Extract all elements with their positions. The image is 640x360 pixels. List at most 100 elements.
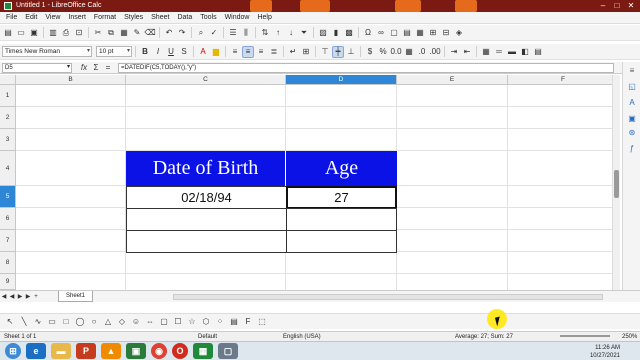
next-sheet-icon[interactable]: ▶ — [16, 293, 24, 300]
start-button[interactable]: ⊞ — [5, 343, 21, 359]
new-icon[interactable]: ▤ — [2, 27, 14, 39]
define-print-area-icon[interactable]: ▦ — [414, 27, 426, 39]
styles-icon[interactable]: A — [627, 98, 637, 108]
align-middle-icon[interactable]: ┿ — [332, 45, 344, 58]
decrease-indent-icon[interactable]: ⇤ — [461, 46, 473, 58]
properties-icon[interactable]: ◱ — [627, 82, 637, 92]
font-size-select[interactable]: 10 pt — [96, 46, 132, 57]
arrow-shapes-icon[interactable]: ⇔ — [144, 316, 156, 328]
print-preview-icon[interactable]: ⊡ — [73, 27, 85, 39]
ellipse-icon[interactable]: ◯ — [74, 316, 86, 328]
font-color-icon[interactable]: A — [197, 46, 209, 58]
spelling-icon[interactable]: ✓ — [208, 27, 220, 39]
spreadsheet-grid[interactable]: B C D E F 1 2 3 4 5 6 7 8 9 Date of Birt… — [0, 75, 612, 290]
vertical-scrollbar[interactable] — [612, 75, 620, 290]
row-header-5[interactable]: 5 — [0, 186, 16, 208]
hyperlink-icon[interactable]: ∞ — [375, 27, 387, 39]
row-header-9[interactable]: 9 — [0, 274, 16, 290]
app-icon-2[interactable]: ▢ — [218, 343, 238, 359]
star-icon[interactable]: ☆ — [186, 316, 198, 328]
flowchart-icon[interactable]: ▢ — [158, 316, 170, 328]
cell-c5-date[interactable]: 02/18/94 — [126, 186, 287, 209]
row-header-7[interactable]: 7 — [0, 230, 16, 252]
cell-c6[interactable] — [126, 208, 287, 231]
menu-format[interactable]: Format — [90, 12, 120, 24]
diamond-icon[interactable]: ◇ — [116, 316, 128, 328]
close-button[interactable]: ✕ — [624, 1, 638, 11]
justify-icon[interactable]: ≣ — [268, 46, 280, 58]
toggle-extrusion-icon[interactable]: ⬚ — [256, 316, 268, 328]
app-icon[interactable]: ▣ — [126, 343, 146, 359]
circle-icon[interactable]: ○ — [88, 316, 100, 328]
font-name-select[interactable]: Times New Roman — [2, 46, 92, 57]
italic-icon[interactable]: I — [152, 46, 164, 58]
cut-icon[interactable]: ✂ — [92, 27, 104, 39]
row-header-8[interactable]: 8 — [0, 252, 16, 274]
menu-data[interactable]: Data — [173, 12, 196, 24]
ie-icon[interactable]: e — [26, 343, 46, 359]
navigator-icon[interactable]: ⊛ — [627, 128, 637, 138]
row-header-2[interactable]: 2 — [0, 107, 16, 129]
cell-d4-age-header[interactable]: Age — [286, 151, 397, 186]
clear-formatting-icon[interactable]: ⌫ — [144, 27, 156, 39]
special-character-icon[interactable]: Ω — [362, 27, 374, 39]
sort-icon[interactable]: ⇅ — [259, 27, 271, 39]
clone-formatting-icon[interactable]: ✎ — [131, 27, 143, 39]
sidebar-menu-icon[interactable]: ≡ — [627, 66, 637, 76]
fontwork-icon[interactable]: F — [242, 316, 254, 328]
cell-d7[interactable] — [286, 230, 397, 253]
column-icon[interactable]: ⫼ — [240, 27, 252, 39]
open-icon[interactable]: ▭ — [15, 27, 27, 39]
3d-objects-icon[interactable]: ⬡ — [200, 316, 212, 328]
cell-d6[interactable] — [286, 208, 397, 231]
save-icon[interactable]: ▣ — [28, 27, 40, 39]
image-icon[interactable]: ▨ — [317, 27, 329, 39]
curve-icon[interactable]: ∿ — [32, 316, 44, 328]
name-box[interactable]: D5 — [2, 62, 72, 73]
functions-icon[interactable]: ƒ — [627, 144, 637, 154]
menu-view[interactable]: View — [41, 12, 64, 24]
cell-c7[interactable] — [126, 230, 287, 253]
merge-center-icon[interactable]: ⊞ — [300, 46, 312, 58]
copy-icon[interactable]: ⧉ — [105, 27, 117, 39]
powerpoint-icon[interactable]: P — [76, 343, 96, 359]
column-header-e[interactable]: E — [397, 75, 508, 85]
header-footer-icon[interactable]: ▤ — [401, 27, 413, 39]
align-bottom-icon[interactable]: ⊥ — [345, 46, 357, 58]
borders-icon[interactable]: ▦ — [480, 46, 492, 58]
chart-icon[interactable]: ▮ — [330, 27, 342, 39]
opera-icon[interactable]: O — [172, 343, 188, 359]
select-icon[interactable]: ↖ — [4, 316, 16, 328]
paste-icon[interactable]: ▦ — [118, 27, 130, 39]
menu-tools[interactable]: Tools — [196, 12, 220, 24]
last-sheet-icon[interactable]: ▶ — [24, 293, 32, 300]
menu-edit[interactable]: Edit — [21, 12, 41, 24]
triangle-icon[interactable]: △ — [102, 316, 114, 328]
smiley-icon[interactable]: ☺ — [130, 316, 142, 328]
increase-indent-icon[interactable]: ⇥ — [448, 46, 460, 58]
print-icon[interactable]: ⎙ — [60, 27, 72, 39]
formula-icon[interactable]: = — [102, 62, 114, 74]
points-icon[interactable]: ⁘ — [214, 316, 226, 328]
menu-insert[interactable]: Insert — [64, 12, 90, 24]
column-header-c[interactable]: C — [126, 75, 286, 85]
number-format-icon[interactable]: 0.0 — [390, 46, 402, 58]
pivot-table-icon[interactable]: ▩ — [343, 27, 355, 39]
cell-d5-age-selected[interactable]: 27 — [286, 186, 397, 209]
add-sheet-icon[interactable]: + — [32, 294, 40, 300]
border-color-icon[interactable]: ▬ — [506, 46, 518, 58]
autofilter-icon[interactable]: ⏷ — [298, 27, 310, 39]
row-header-6[interactable]: 6 — [0, 208, 16, 230]
function-wizard-icon[interactable]: fx — [78, 62, 90, 74]
row-header-4[interactable]: 4 — [0, 151, 16, 186]
callout-icon[interactable]: ☐ — [172, 316, 184, 328]
sum-icon[interactable]: Σ — [90, 62, 102, 74]
formula-input[interactable]: =DATEDIF(C5,TODAY(),"y") — [118, 62, 614, 73]
previous-sheet-icon[interactable]: ◀ — [8, 293, 16, 300]
sort-ascending-icon[interactable]: ↑ — [272, 27, 284, 39]
square-icon[interactable]: □ — [60, 316, 72, 328]
align-center-icon[interactable]: ≡ — [242, 45, 254, 58]
sort-descending-icon[interactable]: ↓ — [285, 27, 297, 39]
highlight-color-icon[interactable]: ▆ — [210, 46, 222, 58]
column-header-b[interactable]: B — [16, 75, 126, 85]
